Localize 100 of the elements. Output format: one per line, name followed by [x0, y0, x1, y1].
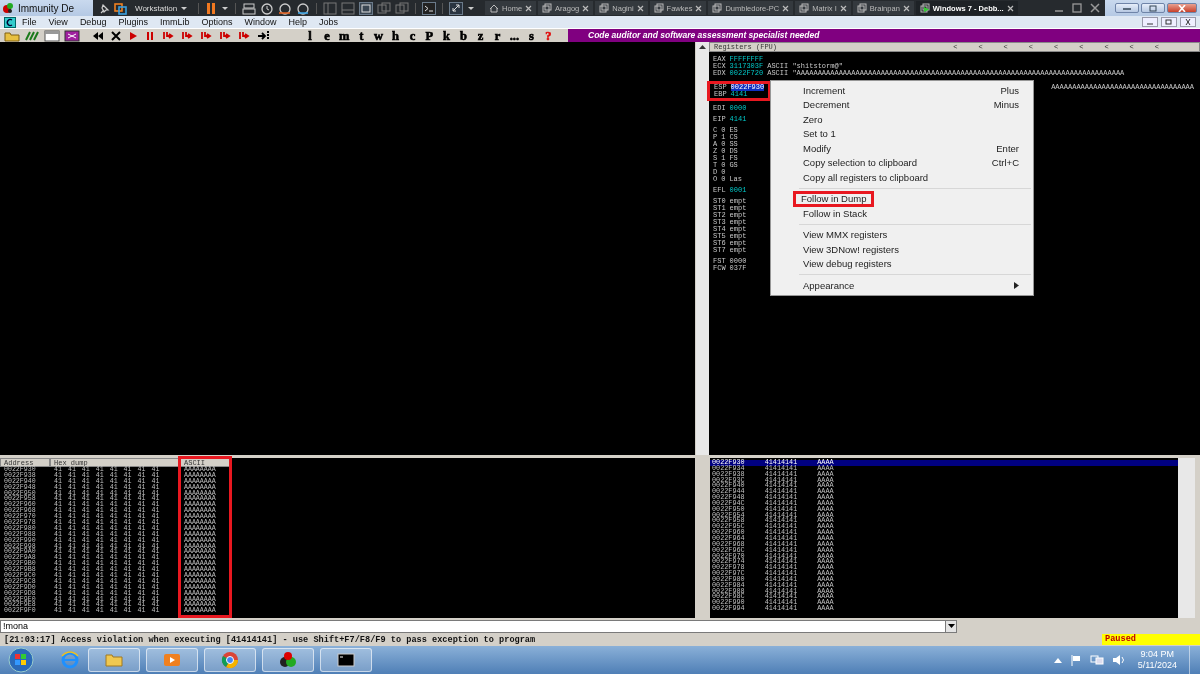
menu-item[interactable]: Zero [771, 112, 1033, 127]
pause-icon[interactable] [205, 1, 218, 15]
network-icon[interactable] [1089, 654, 1104, 666]
toolbar-button[interactable]: e [322, 29, 332, 42]
close-icon[interactable] [111, 30, 121, 41]
toolbar-button[interactable]: h [390, 29, 401, 42]
app-icon [278, 650, 298, 670]
play-icon[interactable] [128, 30, 138, 41]
restore-icon[interactable] [1161, 17, 1177, 27]
window-icon [712, 3, 723, 13]
split-pane-icon[interactable] [323, 1, 338, 15]
toolbar-button[interactable]: t [356, 29, 367, 42]
toolbar-button[interactable]: w [373, 29, 384, 42]
menu-item[interactable]: Modify Enter [771, 141, 1033, 156]
menu-item[interactable]: Help [282, 16, 313, 28]
shortcut-text: Ctrl+C [991, 157, 1019, 169]
close-icon[interactable] [782, 4, 790, 12]
toolbar-button[interactable]: z [475, 29, 486, 42]
minimize-button[interactable] [1115, 3, 1139, 13]
windows-icon[interactable] [377, 1, 392, 15]
split-pane-icon[interactable] [341, 1, 356, 15]
window-icon[interactable] [44, 29, 60, 42]
close-icon[interactable] [902, 4, 910, 12]
command-field[interactable]: !mona [0, 619, 945, 633]
shortcut-text: Enter [996, 142, 1019, 154]
fullscreen-icon[interactable] [359, 1, 374, 15]
home-icon [489, 3, 500, 13]
window-icon [653, 3, 664, 13]
toolbar-button[interactable]: r [492, 29, 503, 42]
window-icon [919, 3, 930, 13]
caret-icon[interactable] [221, 4, 230, 12]
toolbar-button[interactable]: l [305, 29, 315, 42]
menu-item[interactable]: Follow in Dump [771, 191, 1033, 206]
toolbar-button[interactable]: c [407, 29, 418, 42]
clock-icon[interactable] [260, 1, 275, 15]
restore-button[interactable] [1141, 3, 1165, 13]
close-icon[interactable] [1006, 4, 1014, 12]
menu-item[interactable]: Appearance [771, 278, 1033, 293]
close-icon[interactable] [582, 4, 590, 12]
keyboard-icon[interactable] [242, 1, 257, 15]
minimize-icon[interactable] [1142, 17, 1158, 27]
clock-icon[interactable] [278, 1, 293, 15]
restore-icon[interactable] [1071, 2, 1083, 14]
menu-item[interactable]: Follow in Stack [771, 206, 1033, 221]
close-icon[interactable] [695, 4, 703, 12]
window-title: Immunity De [18, 2, 75, 14]
menu-item[interactable]: Options [195, 16, 239, 28]
menu-item[interactable]: Set to 1 [771, 126, 1033, 141]
caret-icon[interactable] [467, 4, 476, 12]
app-icon[interactable] [4, 16, 16, 28]
window-icon[interactable] [114, 1, 127, 15]
window-icon [799, 3, 810, 13]
banner-text: Code auditor and software assessment specialist needed [568, 29, 1200, 42]
toolbar-button[interactable]: m [339, 29, 350, 42]
caret-icon [180, 4, 189, 12]
arrow-up-icon[interactable] [696, 42, 709, 52]
toolbar-button[interactable]: ... [509, 29, 520, 42]
expand-icon[interactable] [449, 1, 464, 15]
scrollbar[interactable] [1178, 458, 1195, 618]
menu-item[interactable]: Copy selection to clipboard Ctrl+C [771, 155, 1033, 170]
flag-icon[interactable] [1069, 654, 1082, 666]
menu-item[interactable]: View MMX registers [771, 227, 1033, 242]
menu-item[interactable]: View 3DNow! registers [771, 242, 1033, 257]
start-button-icon[interactable] [8, 647, 34, 673]
dropdown-arrow-icon [947, 624, 955, 628]
close-icon[interactable] [525, 4, 533, 12]
speaker-icon[interactable] [1111, 654, 1126, 666]
menu-item[interactable]: Decrement Minus [771, 97, 1033, 112]
toolbar-button[interactable]: b [458, 29, 469, 42]
toolbar-button[interactable]: k [441, 29, 452, 42]
pause-icon[interactable] [145, 30, 155, 41]
close-button[interactable] [1167, 3, 1197, 13]
menu-item[interactable]: Jobs [313, 16, 345, 28]
close-icon [1178, 4, 1186, 12]
scrollbar[interactable] [696, 42, 709, 455]
menu-item[interactable]: Plugins [112, 16, 154, 28]
menu-item[interactable]: View [42, 16, 74, 28]
menu-item[interactable]: Copy all registers to clipboard [771, 170, 1033, 185]
close-icon[interactable] [1180, 17, 1196, 27]
step-icon[interactable] [257, 30, 271, 41]
circle-logo-icon [220, 650, 240, 670]
terminal-icon[interactable] [422, 1, 437, 15]
menu-item[interactable]: Increment Plus [771, 83, 1033, 98]
dropdown-button[interactable] [945, 619, 957, 633]
clock-time: 9:04 PM [1140, 649, 1175, 660]
status-message: [21:03:17] Access violation when executing [41414141] - use Shift+F7/F8/F9 to pass exception to program [4, 634, 536, 645]
toolbar-button[interactable]: P [424, 29, 435, 42]
taskbar-app[interactable] [262, 648, 314, 672]
taskbar-app[interactable] [320, 648, 372, 672]
menu-item[interactable]: File [16, 16, 43, 28]
workstation-dropdown[interactable]: Workstation [131, 1, 193, 15]
windows-icon[interactable] [395, 1, 410, 15]
menu-item[interactable]: ImmLib [153, 16, 196, 28]
menu-item[interactable]: View debug registers [771, 256, 1033, 271]
menu-item[interactable]: Debug [73, 16, 113, 28]
close-icon[interactable] [839, 4, 847, 12]
clock-icon[interactable] [296, 1, 311, 15]
toolbar-button[interactable]: s [526, 29, 537, 42]
menu-item[interactable]: Window [238, 16, 283, 28]
close-icon[interactable] [636, 4, 644, 12]
